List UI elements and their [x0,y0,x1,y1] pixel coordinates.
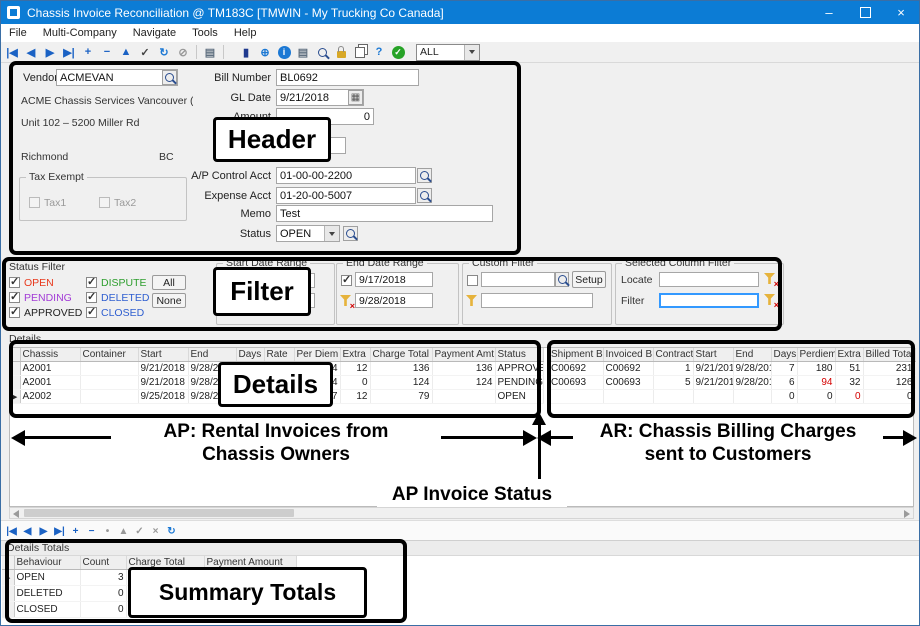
menu-file[interactable]: File [1,27,35,39]
caption-line: AP: Rental Invoices from [111,420,441,443]
totals-cancel-button[interactable]: × [148,524,163,539]
edit-record-button[interactable]: ▲ [117,44,135,61]
app-window: Chassis Invoice Reconciliation @ TM183C … [0,0,920,626]
filter-annotation-label: Filter [213,267,311,316]
toolbar-separator [223,45,224,59]
maximize-button[interactable] [847,1,883,24]
approve-check-icon: ✓ [392,46,405,59]
ap-status-caption: AP Invoice Status [377,483,567,507]
title-bar: Chassis Invoice Reconciliation @ TM183C … [1,1,919,24]
info-button[interactable]: i [275,44,293,61]
details-annotation-label: Details [218,362,333,407]
copy-icon [355,47,365,58]
combo-dropdown-button[interactable] [464,45,479,60]
totals-refresh-button[interactable]: ↻ [164,524,179,539]
details-hscrollbar[interactable] [9,507,914,519]
caption-line: Chassis Owners [111,443,441,466]
scrollbar-thumb[interactable] [24,509,294,517]
totals-prev-button[interactable]: ◀ [20,524,35,539]
insert-record-button[interactable]: + [79,44,97,61]
chevron-down-icon [469,50,475,54]
delete-record-button[interactable]: − [98,44,116,61]
close-button[interactable]: × [883,1,919,24]
search-icon [318,48,327,57]
filter-annotation-box [2,257,782,331]
copy-button[interactable] [351,44,369,61]
header-annotation-label: Header [213,117,331,162]
refresh-button[interactable]: ↻ [155,44,173,61]
menu-bar: File Multi-Company Navigate Tools Help [1,24,919,43]
ar-details-annotation-box [547,340,915,418]
ap-arrow-caption: AP: Rental Invoices from Chassis Owners [111,420,441,466]
totals-next-button[interactable]: ▶ [36,524,51,539]
approve-button[interactable]: ✓ [389,44,407,61]
next-record-button[interactable]: ▶ [41,44,59,61]
prev-record-button[interactable]: ◀ [22,44,40,61]
ap-status-arrow [538,425,541,479]
main-toolbar: |◀ ◀ ▶ ▶| + − ▲ ✓ ↻ ⊘ ▤ ▮ ⊕ i ▤ ? ✓ ALL [1,42,920,63]
maximize-icon [860,7,871,18]
scroll-left-arrow[interactable] [13,510,19,518]
window-title: Chassis Invoice Reconciliation @ TM183C … [27,6,811,20]
app-icon [7,6,20,19]
lock-icon [337,51,346,58]
scroll-right-arrow[interactable] [904,510,910,518]
summary-annotation-label: Summary Totals [128,567,367,618]
toolbar-separator [196,45,197,59]
combo-value: ALL [417,46,464,58]
search-button[interactable] [313,44,331,61]
totals-edit-button[interactable]: ▲ [116,524,131,539]
menu-tools[interactable]: Tools [184,27,226,39]
print-button[interactable]: ▤ [201,44,219,61]
first-record-button[interactable]: |◀ [3,44,21,61]
menu-multi-company[interactable]: Multi-Company [35,27,125,39]
post-record-button[interactable]: ✓ [136,44,154,61]
minimize-button[interactable]: – [811,1,847,24]
web-button[interactable]: ⊕ [256,44,274,61]
totals-first-button[interactable]: |◀ [4,524,19,539]
last-record-button[interactable]: ▶| [60,44,78,61]
info-icon: i [278,46,291,59]
totals-last-button[interactable]: ▶| [52,524,67,539]
totals-post-button[interactable]: ✓ [132,524,147,539]
lock-button[interactable] [332,44,350,61]
hide-record-button[interactable]: ⊘ [174,44,192,61]
caption-line: sent to Customers [573,443,883,466]
help-button[interactable]: ? [370,44,388,61]
print-preview-button[interactable]: ▤ [294,44,312,61]
totals-delete-button[interactable]: − [84,524,99,539]
record-filter-combo[interactable]: ALL [416,44,480,61]
caption-line: AR: Chassis Billing Charges [573,420,883,443]
totals-dot-button[interactable]: • [100,524,115,539]
ar-arrow-caption: AR: Chassis Billing Charges sent to Cust… [573,420,883,466]
totals-insert-button[interactable]: + [68,524,83,539]
app-tile-button[interactable]: ▮ [237,44,255,61]
menu-help[interactable]: Help [226,27,265,39]
menu-navigate[interactable]: Navigate [125,27,184,39]
